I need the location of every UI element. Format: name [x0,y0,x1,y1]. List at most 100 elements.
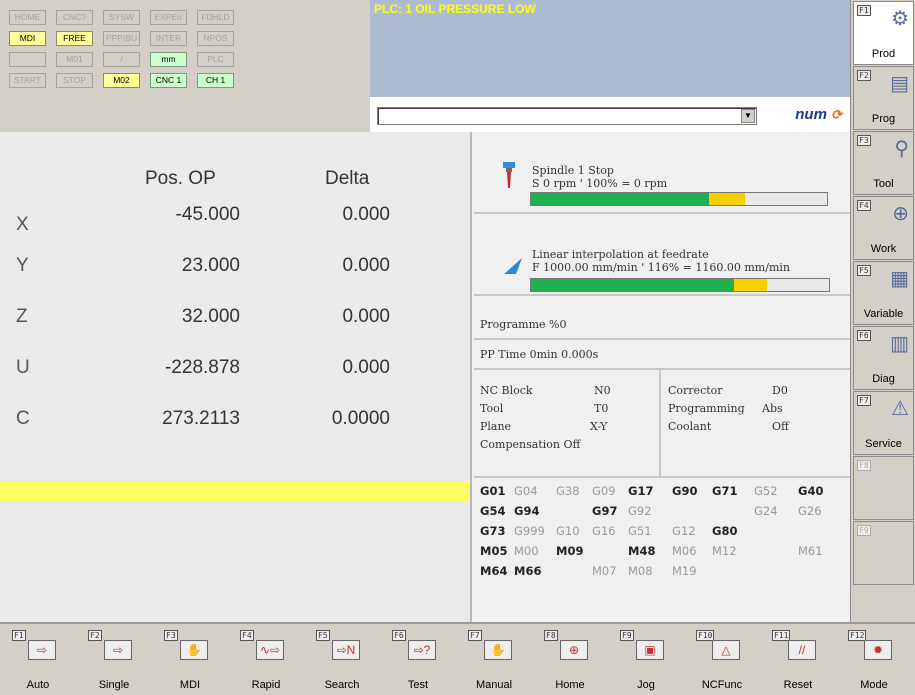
function-key-auto[interactable]: F1 ⇨ Auto [6,628,70,693]
softkey-variable[interactable]: F5 ▦ Variable [853,261,914,325]
message-bar [0,482,470,502]
softkey-label: Work [870,243,897,255]
modal-code: M06 [672,544,697,558]
modal-code: G26 [798,504,822,518]
alarm-panel: PLC: 1 OIL PRESSURE LOW [370,0,850,97]
manual-icon: ✋ [484,640,512,660]
modal-code: G01 [480,484,506,498]
axis-position-value: 273.2113 [162,408,240,429]
nc-block-label: NC Block [480,384,533,397]
status-indicator: STOP [56,73,93,88]
function-key-home[interactable]: F8 ⊕ Home [538,628,602,693]
right-softkey-column: F1 ⚙ Prod F2 ▤ Prog F3 ⚲ Tool F4 ⊕ Work F5 ▦ Variable F… [850,0,915,622]
axis-row-z: Z 32.000 0.000 [0,306,470,356]
nc-block-value: N0 [594,384,611,397]
modal-code: M09 [556,544,584,558]
function-key-badge: F8 [544,630,558,641]
alarm-message: PLC: 1 OIL PRESSURE LOW [374,2,536,16]
function-key-badge: F4 [857,200,871,211]
function-key-rapid[interactable]: F4 ∿⇨ Rapid [234,628,298,693]
logo-mark-icon: ⟳ [831,107,842,122]
softkey-service[interactable]: F7 ⚠ Service [853,391,914,455]
feed-box: Linear interpolation at feedrate F 1000.… [474,214,850,296]
nc-info-divider [659,370,661,478]
modal-code: M07 [592,564,617,578]
function-key-manual[interactable]: F7 ✋ Manual [462,628,526,693]
function-key-badge: F5 [857,265,871,276]
document-icon: ▤ [890,73,909,95]
modal-code: M61 [798,544,823,558]
function-key-label: Mode [860,679,888,691]
mode-icon: ✹ [864,640,892,660]
jog-icon: ▣ [636,640,664,660]
feed-detail: F 1000.00 mm/min ' 116% = 1160.00 mm/min [532,261,790,274]
status-indicator: START [9,73,46,88]
function-key-label: Home [555,679,585,691]
search-icon: ⇨N [332,640,360,660]
function-key-label: Test [407,679,429,691]
function-key-jog[interactable]: F9 ▣ Jog [614,628,678,693]
function-key-badge: F1 [12,630,26,641]
function-key-badge: F7 [857,395,871,406]
function-key-badge: F5 [316,630,330,641]
function-key-test[interactable]: F6 ⇨? Test [386,628,450,693]
softkey-tool[interactable]: F3 ⚲ Tool [853,131,914,195]
ncfunc-icon: △ [712,640,740,660]
spindle-icon [502,162,515,188]
function-key-badge: F7 [468,630,482,641]
feed-title: Linear interpolation at feedrate [532,248,709,261]
test-icon: ⇨? [408,640,436,660]
delta-header: Delta [325,168,370,189]
programme-box: Programme %0 [474,310,850,340]
status-indicator: PLC [197,52,234,67]
status-indicator: M02 [103,73,140,88]
home-icon: ⊕ [560,640,588,660]
feed-override-bar [530,278,830,292]
softkey-diag[interactable]: F6 ▥ Diag [853,326,914,390]
function-key-search[interactable]: F5 ⇨N Search [310,628,374,693]
status-indicator: FDHLD [197,10,234,25]
axis-row-u: U -228.878 0.000 [0,357,470,407]
status-indicator: NPOS [197,31,234,46]
modal-code: G17 [628,484,654,498]
work-offset-icon: ⊕ [892,203,909,225]
axis-name: Z [16,306,28,327]
function-key-mdi[interactable]: F3 ✋ MDI [158,628,222,693]
command-input[interactable]: ▼ [377,107,757,125]
status-indicator: HOME [9,10,46,25]
plane-value: X-Y [590,420,608,433]
softkey-f8[interactable]: F8 [853,456,914,520]
modal-code: M64 [480,564,508,578]
softkey-label: Service [865,438,902,450]
modal-code: G16 [592,524,616,538]
corrector-label: Corrector [668,384,723,397]
function-key-reset[interactable]: F11//Reset [766,628,830,693]
function-key-badge: F1 [857,5,871,16]
spindle-detail: S 0 rpm ' 100% = 0 rpm [532,177,668,190]
function-key-label: Manual [475,679,513,691]
softkey-f9[interactable]: F9 [853,521,914,585]
softkey-prog[interactable]: F2 ▤ Prog [853,66,914,130]
axis-delta-value: 0.000 [342,306,390,327]
modal-code: G52 [754,484,778,498]
modal-code: M48 [628,544,656,558]
command-dropdown-button[interactable]: ▼ [741,109,755,123]
modal-code: G51 [628,524,652,538]
axis-delta-value: 0.000 [342,255,390,276]
programme-label: Programme %0 [480,318,567,331]
function-key-mode[interactable]: F12 ✹ Mode [842,628,906,693]
softkey-work[interactable]: F4 ⊕ Work [853,196,914,260]
feed-bar-amber [734,279,767,291]
function-key-badge: F2 [88,630,102,641]
spindle-bar-green [531,193,709,205]
tool-label: Tool [480,402,504,415]
function-key-single[interactable]: F2 ⇨ Single [82,628,146,693]
function-key-label: Reset [783,679,813,691]
spindle-override-bar [530,192,828,206]
function-key-ncfunc[interactable]: F10 △ NCFunc [690,628,754,693]
logo-text: num [795,106,827,123]
machine-info-panel: Spindle 1 Stop S 0 rpm ' 100% = 0 rpm Li… [470,132,850,622]
num-logo: num ⟳ [795,106,842,123]
diag-icon: ▥ [890,333,909,355]
softkey-prod[interactable]: F1 ⚙ Prod [853,1,914,65]
